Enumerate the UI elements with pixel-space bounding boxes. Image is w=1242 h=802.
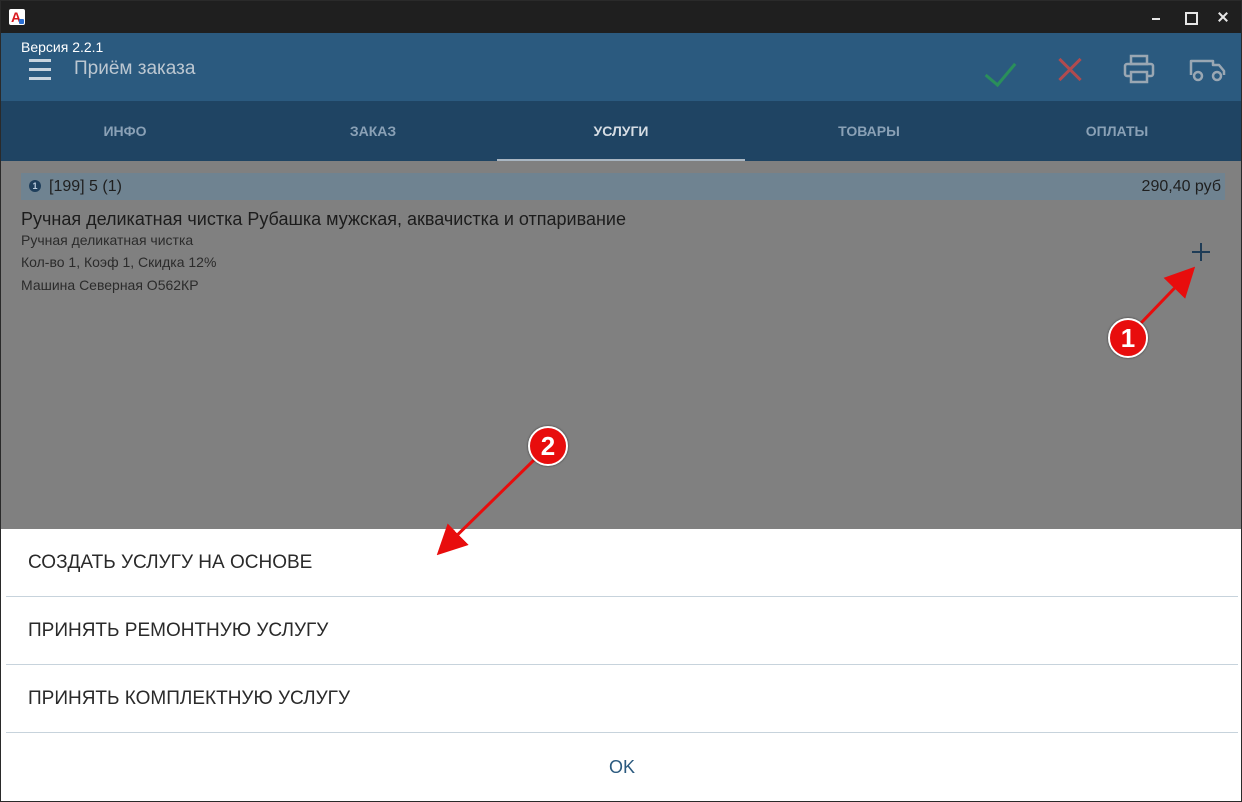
minimize-icon[interactable] — [1141, 7, 1171, 27]
service-title: Ручная деликатная чистка Рубашка мужская… — [21, 209, 626, 229]
app-logo-icon: A — [9, 9, 25, 25]
tab-payments[interactable]: ОПЛАТЫ — [993, 101, 1241, 161]
service-detail: Кол-во 1, Коэф 1, Скидка 12% — [21, 254, 217, 270]
action-sheet: СОЗДАТЬ УСЛУГУ НА ОСНОВЕ ПРИНЯТЬ РЕМОНТН… — [6, 529, 1238, 801]
info-icon: 1 — [29, 180, 41, 192]
accept-set-button[interactable]: ПРИНЯТЬ КОМПЛЕКТНУЮ УСЛУГУ — [6, 665, 1238, 733]
order-id: [199] 5 (1) — [49, 178, 122, 195]
create-based-on-button[interactable]: СОЗДАТЬ УСЛУГУ НА ОСНОВЕ — [6, 529, 1238, 597]
ok-button[interactable]: OK — [6, 733, 1238, 801]
service-detail: Ручная деликатная чистка — [21, 232, 194, 248]
annotation-badge: 1 — [1108, 318, 1148, 358]
version-label: Версия 2.2.1 — [21, 39, 104, 55]
menu-icon[interactable] — [29, 59, 51, 81]
service-detail: Машина Северная О562КР — [21, 277, 199, 293]
printer-icon[interactable] — [1121, 53, 1157, 85]
tab-order[interactable]: ЗАКАЗ — [249, 101, 497, 161]
page-title: Приём заказа — [74, 58, 196, 79]
check-icon[interactable] — [987, 53, 1023, 85]
cancel-x-icon[interactable] — [1053, 53, 1089, 85]
accept-repair-button[interactable]: ПРИНЯТЬ РЕМОНТНУЮ УСЛУГУ — [6, 597, 1238, 665]
close-icon[interactable] — [1208, 7, 1238, 27]
tab-info[interactable]: ИНФО — [1, 101, 249, 161]
services-content: 1 [199] 5 (1) 290,40 руб Ручная деликатн… — [1, 161, 1241, 529]
order-price: 290,40 руб — [1141, 178, 1221, 195]
os-title-bar: A — [1, 1, 1241, 33]
plus-icon[interactable] — [1189, 240, 1213, 264]
tab-goods[interactable]: ТОВАРЫ — [745, 101, 993, 161]
order-header-row[interactable]: 1 [199] 5 (1) 290,40 руб — [21, 173, 1225, 200]
tab-services[interactable]: УСЛУГИ — [497, 101, 745, 161]
annotation-badge: 2 — [528, 426, 568, 466]
tab-bar: ИНФО ЗАКАЗ УСЛУГИ ТОВАРЫ ОПЛАТЫ — [1, 101, 1241, 161]
app-window: A Версия 2.2.1 Приём заказа ИНФО ЗАКАЗ У… — [0, 0, 1242, 802]
maximize-icon[interactable] — [1175, 7, 1205, 27]
truck-icon[interactable] — [1187, 53, 1227, 85]
app-header: Версия 2.2.1 Приём заказа — [1, 33, 1241, 101]
